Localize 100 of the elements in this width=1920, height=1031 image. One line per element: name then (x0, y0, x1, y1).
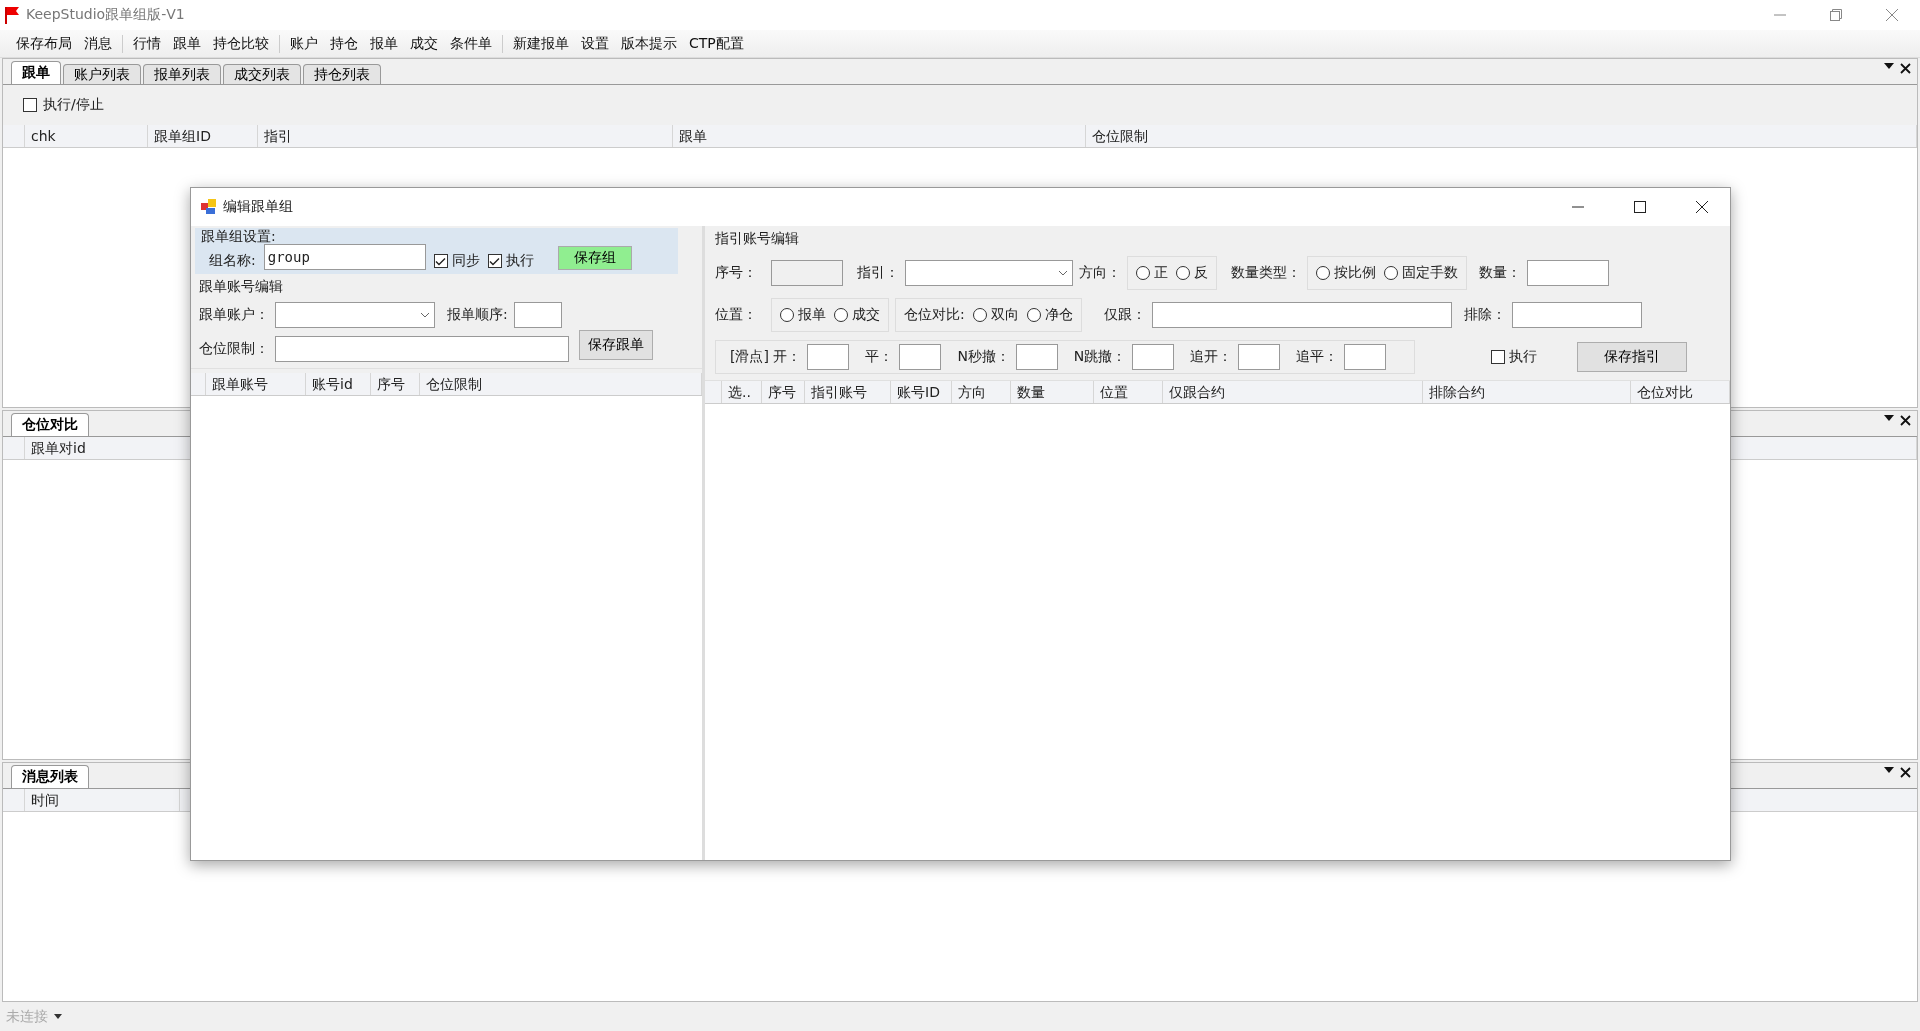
radio-label: 双向 (990, 306, 1019, 324)
checkbox[interactable] (1491, 350, 1505, 364)
menu-item[interactable]: 新建报单 (507, 32, 575, 55)
save-button[interactable]: 保存跟单 (579, 330, 653, 360)
field-label: N秒撤： (957, 348, 1010, 366)
window-title: KeepStudio跟单组版-V1 (26, 6, 186, 24)
radio-button[interactable] (1176, 266, 1190, 280)
save-button[interactable]: 保存组 (557, 246, 632, 270)
dialog-title: 编辑跟单组 (223, 198, 294, 216)
input-field[interactable] (1151, 302, 1452, 328)
field-label: 报单顺序: (447, 306, 508, 324)
input-field[interactable] (1132, 344, 1175, 370)
menu-item[interactable]: 账户 (284, 32, 324, 55)
input-field[interactable] (1511, 302, 1642, 328)
menu-item[interactable]: 保存布局 (10, 32, 78, 55)
column-header: 位置 (1094, 381, 1163, 403)
menu-item[interactable]: 行情 (127, 32, 167, 55)
column-header: 选.. (722, 381, 762, 403)
close-icon[interactable] (1900, 767, 1911, 778)
column-header: 排除合约 (1423, 381, 1631, 403)
checkbox-label: 执行 (505, 252, 534, 270)
close-icon[interactable] (1900, 415, 1911, 426)
restore-icon[interactable] (1830, 9, 1842, 21)
field-label: 组名称: (209, 252, 256, 270)
radio-label: 固定手数 (1402, 264, 1458, 282)
radio-label: 成交 (852, 306, 880, 324)
input-field[interactable] (899, 344, 942, 370)
menu-item[interactable]: 条件单 (444, 32, 498, 55)
tab[interactable]: 账户列表 (63, 64, 141, 84)
dropdown-icon[interactable] (54, 1014, 62, 1019)
checkbox[interactable] (433, 254, 448, 268)
tab[interactable]: 报单列表 (143, 64, 221, 84)
field-label: 仅跟： (1103, 306, 1146, 324)
field-label: 数量类型： (1231, 264, 1301, 282)
column-header: 数量 (1011, 381, 1094, 403)
tab[interactable]: 跟单 (11, 61, 61, 84)
close-icon[interactable] (1900, 63, 1911, 74)
input-field[interactable]: group (263, 244, 426, 270)
input-field[interactable] (1344, 344, 1387, 370)
dropdown-field[interactable] (905, 260, 1073, 286)
dropdown-field[interactable] (275, 302, 435, 328)
radio-button[interactable] (1026, 308, 1041, 322)
radio-button[interactable] (834, 308, 848, 322)
input-field[interactable] (1238, 344, 1281, 370)
field-label: 仓位限制： (199, 340, 269, 358)
input-field[interactable] (1527, 260, 1609, 286)
flag-icon (4, 6, 20, 24)
field-label: [滑点] 开： (730, 348, 802, 366)
dropdown-icon[interactable] (1884, 767, 1894, 773)
radio-label: 净仓 (1044, 306, 1073, 324)
column-header: 时间 (25, 789, 180, 811)
section-heading: 跟单组设置: (201, 228, 276, 246)
close-icon[interactable] (1695, 200, 1709, 214)
field-label: 跟单账户： (199, 306, 269, 324)
checkbox[interactable] (487, 254, 502, 268)
column-header: 仓位对比 (1631, 381, 1730, 403)
dropdown-icon[interactable] (1884, 63, 1894, 69)
menu-item[interactable]: 成交 (404, 32, 444, 55)
menu-item[interactable]: CTP配置 (683, 32, 750, 55)
input-field[interactable] (807, 344, 850, 370)
menu-item[interactable]: 持仓 (324, 32, 364, 55)
input-field[interactable] (513, 302, 562, 328)
menu-item[interactable]: 版本提示 (615, 32, 683, 55)
column-header: 仅跟合约 (1163, 381, 1423, 403)
save-button[interactable]: 保存指引 (1577, 342, 1687, 372)
column-header: chk (25, 125, 148, 147)
menu-item[interactable]: 报单 (364, 32, 404, 55)
radio-label: 按比例 (1334, 264, 1376, 282)
radio-button[interactable] (1316, 266, 1330, 280)
radio-label: 正 (1154, 264, 1168, 282)
maximize-icon[interactable] (1634, 201, 1646, 213)
radio-button[interactable] (972, 308, 987, 322)
field-label: 方向： (1079, 264, 1121, 282)
checkbox[interactable] (23, 98, 37, 112)
field-label: 数量： (1479, 264, 1521, 282)
tab[interactable]: 消息列表 (11, 765, 89, 788)
dropdown-icon[interactable] (1884, 415, 1894, 421)
tab[interactable]: 成交列表 (223, 64, 301, 84)
menu-item[interactable]: 设置 (575, 32, 615, 55)
menu-item[interactable]: 消息 (78, 32, 118, 55)
tab[interactable]: 仓位对比 (11, 413, 89, 436)
radio-button[interactable] (780, 308, 794, 322)
menu-item[interactable]: 持仓比较 (207, 32, 275, 55)
field-label: N跳撤： (1073, 348, 1127, 366)
menu-item[interactable]: 跟单 (167, 32, 207, 55)
section-heading: 指引账号编辑 (715, 230, 800, 248)
radio-button[interactable] (1136, 266, 1150, 280)
column-header: 方向 (952, 381, 1011, 403)
column-header: 指引账号 (805, 381, 891, 403)
column-header: 序号 (762, 381, 805, 403)
input-field[interactable] (275, 336, 569, 362)
field-label: 位置： (715, 306, 758, 324)
radio-button[interactable] (1384, 266, 1398, 280)
caret-icon (1058, 270, 1068, 276)
input-field[interactable] (1015, 344, 1058, 370)
tab[interactable]: 持仓列表 (303, 64, 381, 84)
radio-label: 反 (1194, 264, 1208, 282)
input-field (771, 260, 843, 286)
field-label: 序号： (715, 264, 758, 282)
caret-icon (420, 312, 430, 318)
